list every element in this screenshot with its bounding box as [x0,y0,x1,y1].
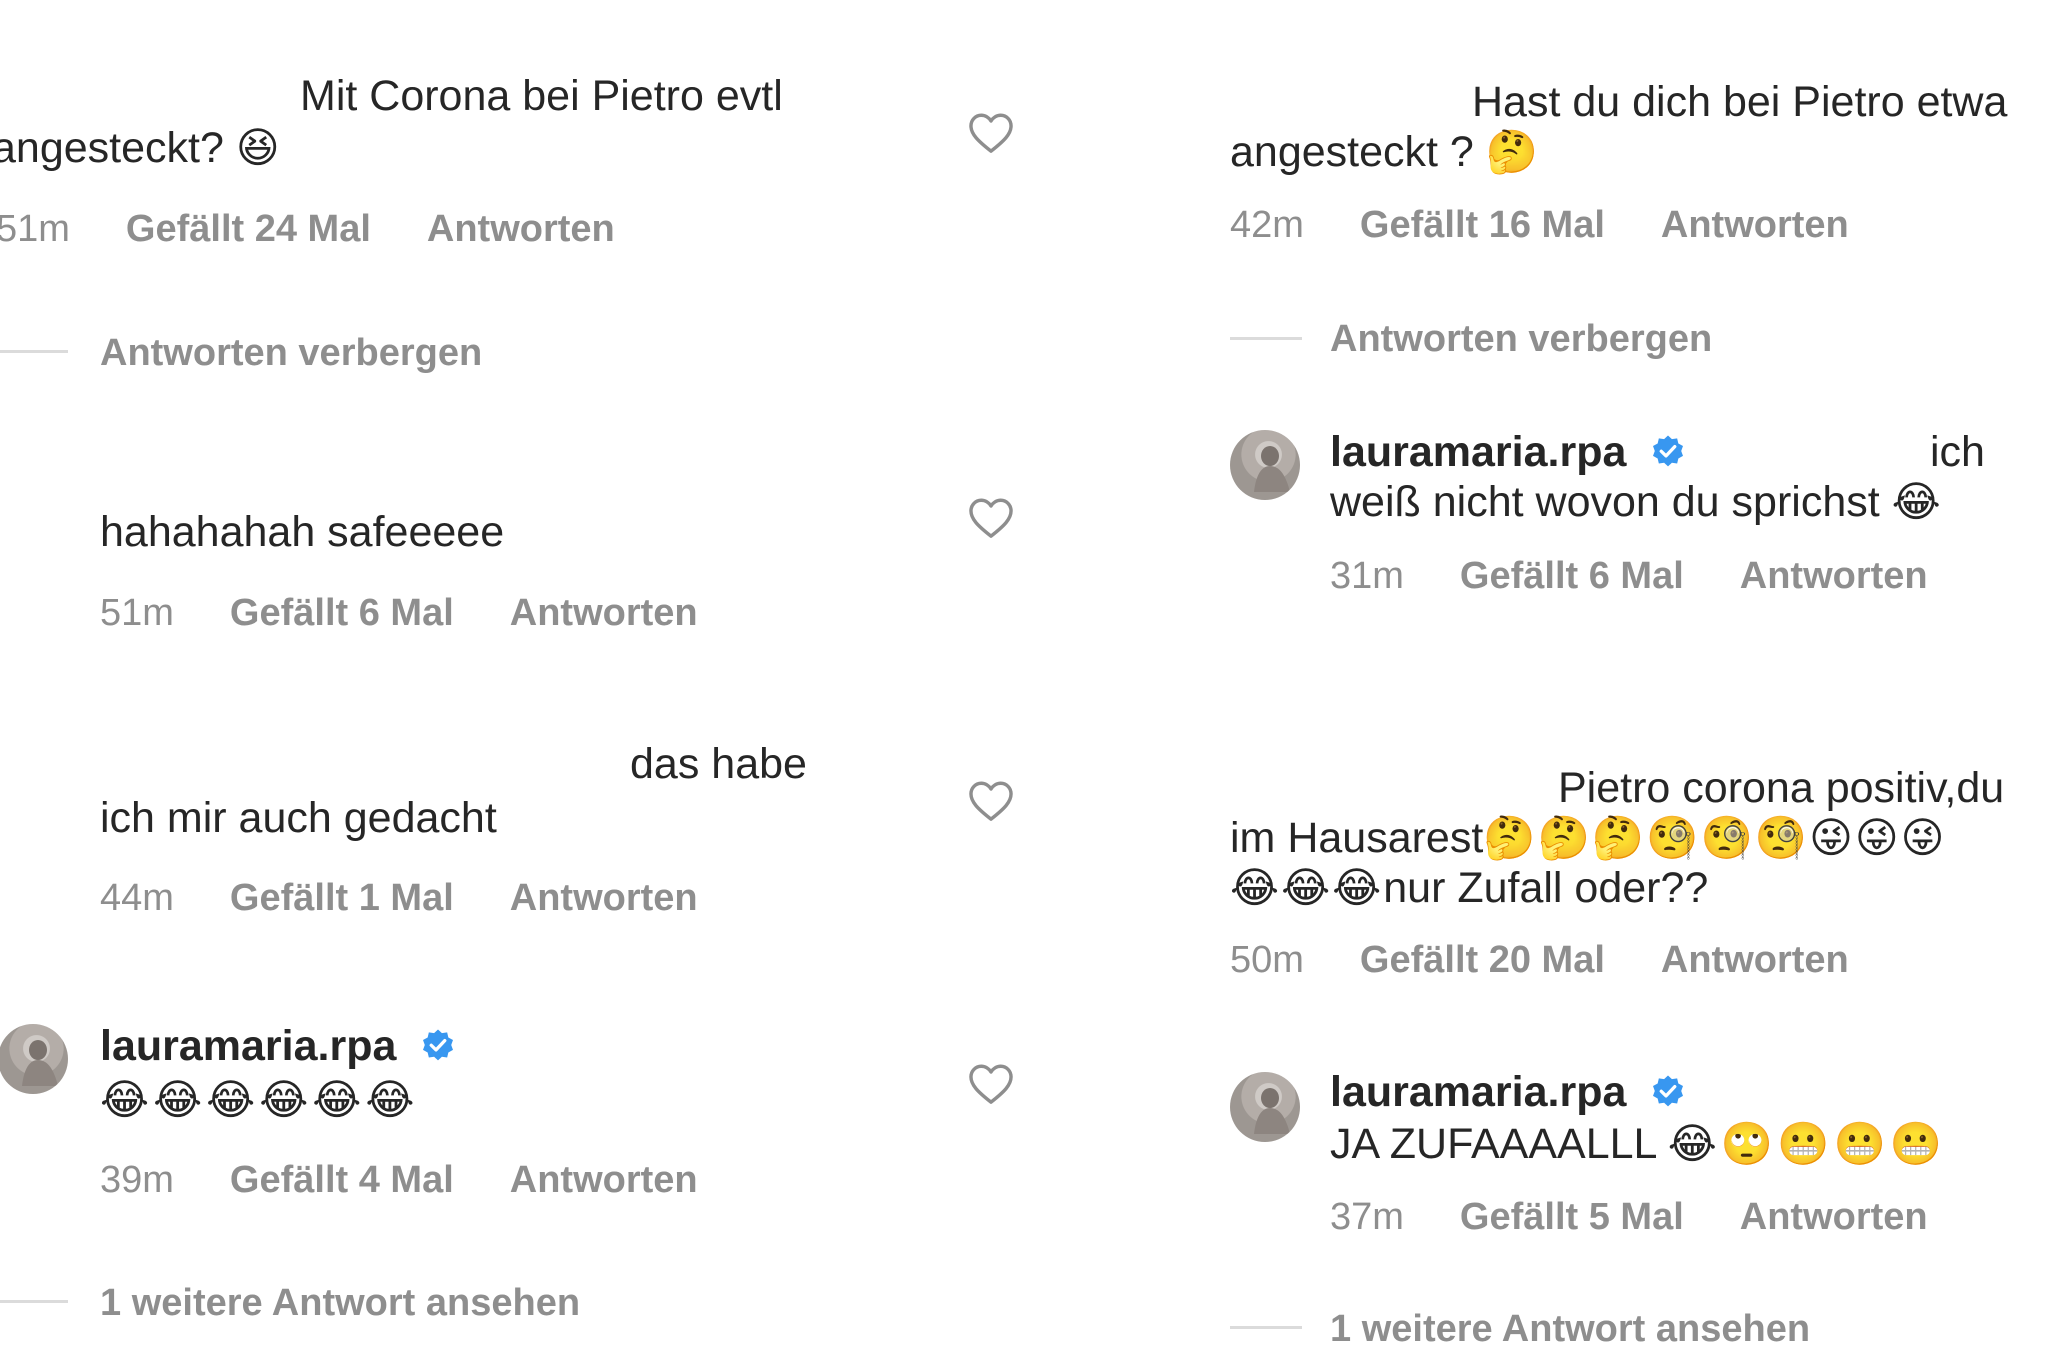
thread-divider-line [0,1300,68,1303]
comment-text: Pietro corona positiv,du [1558,764,2005,812]
reply-button[interactable]: Antworten [427,208,615,250]
timestamp: 50m [1230,939,1304,981]
likes-count[interactable]: Gefällt 1 Mal [230,877,454,919]
comment-meta: 39m Gefällt 4 Mal Antworten [100,1157,698,1203]
view-more-replies-button[interactable]: 1 weitere Antwort ansehen [100,1280,580,1326]
comment-text: angesteckt ? 🤔 [1230,126,1538,178]
avatar[interactable] [1230,430,1300,500]
username-text[interactable]: lauramaria.rpa [1330,428,1626,476]
timestamp: 51m [100,592,174,634]
comment-text-line: JA ZUFAAAALLL [1330,1120,1656,1168]
emoji-group: 😂🙄😬😬😬 [1667,1119,1947,1168]
timestamp: 42m [1230,204,1304,246]
heart-icon[interactable] [968,497,1014,539]
avatar[interactable] [1230,1072,1300,1142]
emoji: 🤔 [1485,127,1539,176]
comment-emojis: 😂😂😂😂😂😂 [100,1075,419,1124]
reply-button[interactable]: Antworten [1661,204,1849,246]
comment-text: JA ZUFAAAALLL 😂🙄😬😬😬 [1330,1118,1946,1170]
reply-button[interactable]: Antworten [510,592,698,634]
comment-text: das habe [630,740,807,788]
verified-badge-icon [1653,435,1684,467]
timestamp: 31m [1330,555,1404,597]
username[interactable]: lauramaria.rpa [1330,1066,1686,1118]
verified-badge-icon [1653,1075,1684,1107]
comment-meta: 50m Gefällt 20 Mal Antworten [1230,937,1849,983]
comment-text: Mit Corona bei Pietro evtl [300,72,783,120]
emoji-group: 🤔🤔🤔🧐🧐🧐😜😜😜 [1483,813,1947,862]
reply-button[interactable]: Antworten [1661,939,1849,981]
comment-meta: 31m Gefällt 6 Mal Antworten [1330,553,1928,599]
heart-icon[interactable] [968,1063,1014,1105]
hide-replies-button[interactable]: Antworten verbergen [1330,316,1712,362]
username-text[interactable]: lauramaria.rpa [100,1022,396,1070]
reply-button[interactable]: Antworten [1740,1196,1928,1238]
likes-count[interactable]: Gefällt 5 Mal [1460,1196,1684,1238]
comment-meta: 42m Gefällt 16 Mal Antworten [1230,202,1849,248]
thread-divider-line [1230,1326,1302,1329]
username[interactable]: lauramaria.rpa [100,1020,456,1072]
comments-panel-left: Mit Corona bei Pietro evtl angesteckt? 😆… [0,0,1024,1365]
timestamp: 37m [1330,1196,1404,1238]
timestamp: 51m [0,208,70,250]
comment-meta: 51m Gefällt 24 Mal Antworten [0,206,615,252]
comment-text: Hast du dich bei Pietro etwa [1472,78,2008,126]
thread-divider-line [1230,337,1302,340]
comment-text: 😂😂😂nur Zufall oder?? [1230,862,1708,914]
comment-text-line: im Hausarest [1230,814,1484,862]
reply-button[interactable]: Antworten [510,1159,698,1201]
comment-text: im Hausarest🤔🤔🤔🧐🧐🧐😜😜😜 [1230,812,1946,864]
heart-icon[interactable] [968,112,1014,154]
username[interactable]: lauramaria.rpa [1330,426,1686,478]
hide-replies-button[interactable]: Antworten verbergen [100,330,482,376]
timestamp: 44m [100,877,174,919]
reply-button[interactable]: Antworten [1740,555,1928,597]
comment-text: hahahahah safeeeee [100,508,505,556]
comment-meta: 44m Gefällt 1 Mal Antworten [100,875,698,921]
thread-divider-line [0,350,68,353]
avatar[interactable] [0,1024,68,1094]
likes-count[interactable]: Gefällt 16 Mal [1360,204,1605,246]
comment-text-line: weiß nicht wovon du sprichst [1330,478,1880,526]
likes-count[interactable]: Gefällt 20 Mal [1360,939,1605,981]
likes-count[interactable]: Gefällt 4 Mal [230,1159,454,1201]
view-more-replies-button[interactable]: 1 weitere Antwort ansehen [1330,1306,1810,1352]
emoji: 😂 [1891,477,1941,526]
comment-text: weiß nicht wovon du sprichst 😂 [1330,476,1941,528]
comment-meta: 37m Gefällt 5 Mal Antworten [1330,1194,1928,1240]
comment-text-line: nur Zufall oder?? [1383,864,1709,912]
comments-panel-right: Hast du dich bei Pietro etwa angesteckt … [1024,0,2048,1365]
emoji-group: 😂😂😂 [1230,863,1384,912]
likes-count[interactable]: Gefällt 6 Mal [230,592,454,634]
timestamp: 39m [100,1159,174,1201]
emoji: 😆 [235,123,280,172]
likes-count[interactable]: Gefällt 24 Mal [126,208,371,250]
comment-text: ich [1930,428,1985,476]
comment-text-line: angesteckt ? [1230,128,1474,176]
verified-badge-icon [423,1029,454,1061]
comment-text: angesteckt? 😆 [0,122,280,174]
comment-text: ich mir auch gedacht [100,794,497,842]
reply-button[interactable]: Antworten [510,877,698,919]
likes-count[interactable]: Gefällt 6 Mal [1460,555,1684,597]
username-text[interactable]: lauramaria.rpa [1330,1068,1626,1116]
heart-icon[interactable] [968,780,1014,822]
comment-text-line: angesteckt? [0,124,224,172]
comment-meta: 51m Gefällt 6 Mal Antworten [100,590,698,636]
